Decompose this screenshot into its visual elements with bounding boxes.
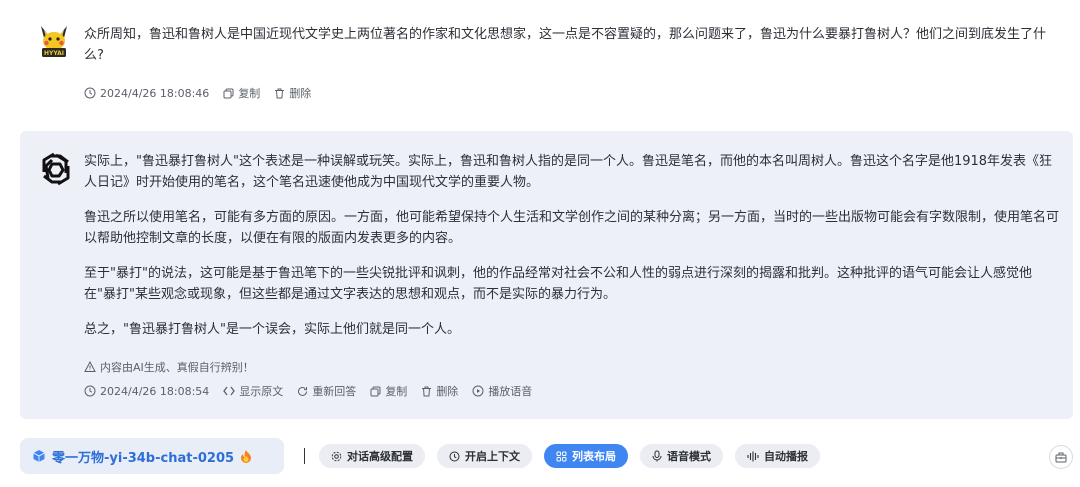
- show-source-button[interactable]: 显示原文: [223, 383, 283, 399]
- warning-icon: [84, 361, 96, 372]
- trash-icon: [275, 88, 285, 98]
- advanced-config-label: 对话高级配置: [347, 450, 413, 463]
- answer-paragraph: 至于"暴打"的说法，这可能是基于鲁迅笔下的一些尖锐批评和讽刺，他的作品经常对社会…: [84, 266, 1032, 302]
- timestamp: 2024/4/26 18:08:54: [84, 385, 209, 398]
- toolbox-button[interactable]: [1049, 445, 1073, 469]
- model-selector[interactable]: 零一万物-yi-34b-chat-0205: [20, 438, 284, 474]
- voice-mode-button[interactable]: 语音模式: [640, 444, 723, 468]
- context-label: 开启上下文: [465, 450, 520, 463]
- toolbox-icon: [1055, 452, 1067, 463]
- list-layout-button[interactable]: 列表布局: [544, 444, 628, 468]
- auto-play-button[interactable]: 自动播报: [735, 444, 820, 468]
- delete-button[interactable]: 删除: [274, 85, 311, 101]
- advanced-config-button[interactable]: 对话高级配置: [319, 444, 425, 468]
- delete-button[interactable]: 删除: [421, 383, 458, 399]
- grid-icon: [556, 451, 567, 461]
- answer-paragraph: 总之，"鲁迅暴打鲁树人"是一个误会，实际上他们就是同一个人。: [84, 322, 460, 337]
- copy-label: 复制: [238, 87, 261, 100]
- timestamp-text: 2024/4/26 18:08:46: [100, 86, 210, 100]
- history-icon: [449, 451, 460, 461]
- clock-icon: [84, 385, 96, 397]
- ai-disclaimer-text: 内容由AI生成、真假自行辨别！: [100, 361, 254, 374]
- fire-icon: [241, 450, 252, 463]
- gear-icon: [331, 451, 342, 461]
- answer-paragraph: 鲁迅之所以使用笔名，可能有多方面的原因。一方面，他可能希望保持个人生活和文学创作…: [84, 210, 1060, 246]
- assistant-message-meta: 2024/4/26 18:08:54 显示原文 重新回答 复制 删除 播放语音: [84, 383, 532, 399]
- trash-icon: [422, 386, 432, 396]
- code-icon: [223, 386, 236, 396]
- refresh-icon: [298, 386, 308, 396]
- copy-label: 复制: [385, 385, 408, 398]
- user-message-text: 众所周知，鲁迅和鲁树人是中国近现代文学史上两位著名的作家和文化思想家，这一点是不…: [84, 27, 1047, 63]
- regenerate-label: 重新回答: [312, 385, 357, 398]
- copy-icon: [223, 88, 234, 98]
- list-layout-label: 列表布局: [572, 450, 616, 463]
- toolbar-divider: [304, 448, 305, 464]
- pikachu-icon: HYYAI: [41, 26, 67, 57]
- chat-toolbar: 零一万物-yi-34b-chat-0205 对话高级配置 开启上下文 列表布局 …: [20, 437, 1073, 475]
- sound-wave-icon: [747, 451, 759, 461]
- voice-mode-label: 语音模式: [667, 450, 711, 463]
- timestamp: 2024/4/26 18:08:46: [84, 87, 209, 100]
- avatar-caption: HYYAI: [44, 50, 64, 57]
- play-voice-label: 播放语音: [488, 385, 533, 398]
- assistant-avatar: [38, 151, 74, 187]
- timestamp-text: 2024/4/26 18:08:54: [100, 384, 210, 398]
- chat-page: HYYAI 众所周知，鲁迅和鲁树人是中国近现代文学史上两位著名的作家和文化思想家…: [0, 0, 1080, 487]
- copy-button[interactable]: 复制: [223, 85, 260, 101]
- play-circle-icon: [472, 385, 484, 397]
- copy-icon: [370, 386, 381, 396]
- context-toggle-button[interactable]: 开启上下文: [437, 444, 532, 468]
- show-source-label: 显示原文: [239, 385, 284, 398]
- clock-icon: [84, 87, 96, 99]
- copy-button[interactable]: 复制: [370, 383, 407, 399]
- auto-play-label: 自动播报: [764, 450, 808, 463]
- ai-disclaimer: 内容由AI生成、真假自行辨别！: [84, 359, 254, 375]
- assistant-message-body: 实际上，"鲁迅暴打鲁树人"这个表述是一种误解或玩笑。实际上，鲁迅和鲁树人指的是同…: [84, 151, 1059, 354]
- delete-label: 删除: [289, 87, 312, 100]
- openai-logo-icon: [42, 152, 70, 186]
- delete-label: 删除: [436, 385, 459, 398]
- assistant-message: 实际上，"鲁迅暴打鲁树人"这个表述是一种误解或玩笑。实际上，鲁迅和鲁树人指的是同…: [20, 131, 1073, 419]
- cube-icon: [33, 450, 45, 462]
- model-name: 零一万物-yi-34b-chat-0205: [52, 450, 235, 466]
- play-voice-button[interactable]: 播放语音: [472, 383, 532, 399]
- microphone-icon: [652, 450, 662, 462]
- regenerate-button[interactable]: 重新回答: [297, 383, 356, 399]
- user-avatar: HYYAI: [38, 24, 70, 60]
- user-message-meta: 2024/4/26 18:08:46 复制 删除: [84, 85, 311, 101]
- answer-paragraph: 实际上，"鲁迅暴打鲁树人"这个表述是一种误解或玩笑。实际上，鲁迅和鲁树人指的是同…: [84, 154, 1053, 190]
